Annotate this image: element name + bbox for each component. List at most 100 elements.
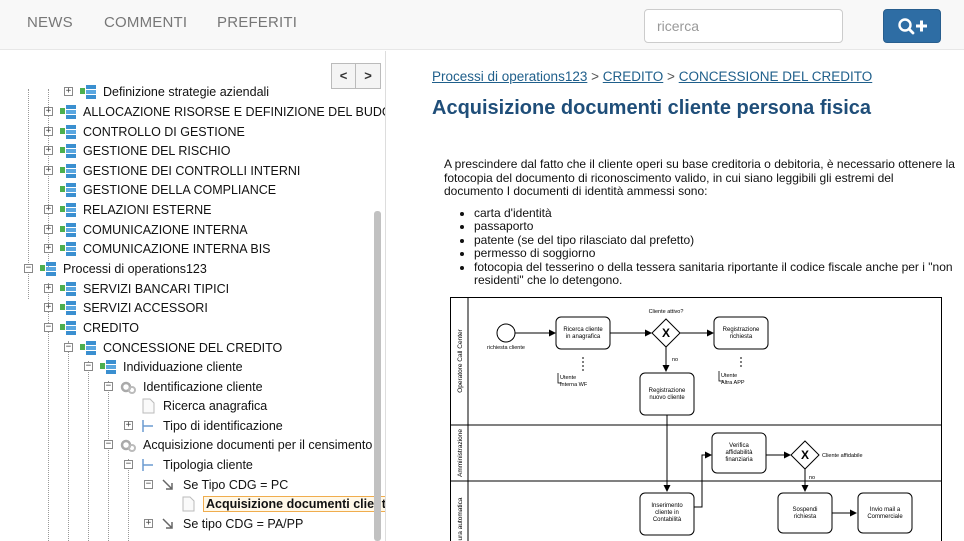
page-title: Acquisizione documenti cliente persona f… [432, 97, 871, 119]
tree-item[interactable]: − Identificazione cliente [104, 377, 263, 396]
task-label: Commerciale [867, 514, 903, 520]
tree-item[interactable]: + ALLOCAZIONE RISORSE E DEFINIZIONE DEL … [44, 102, 385, 121]
tree-item[interactable]: − Individuazione cliente [84, 357, 243, 376]
tree-guide-line [108, 381, 109, 541]
process-icon [60, 320, 76, 335]
document-icon [182, 496, 195, 511]
collapse-icon[interactable]: − [84, 362, 93, 371]
tree-item[interactable]: Ricerca anagrafica [124, 396, 267, 415]
expand-icon[interactable]: + [124, 421, 133, 430]
actor-label: Interna WF [560, 382, 588, 388]
process-icon [60, 143, 76, 158]
breadcrumb-link[interactable]: CONCESSIONE DEL CREDITO [679, 69, 873, 84]
gateway-label: Cliente attivo? [649, 309, 684, 315]
process-icon [80, 340, 96, 355]
flow-label: no [809, 475, 815, 481]
document-list: carta d'identità passaporto patente (se … [474, 206, 956, 288]
task-label: Inserimento [651, 503, 683, 509]
collapse-icon[interactable]: − [44, 323, 53, 332]
expand-icon[interactable]: + [44, 244, 53, 253]
tree-item[interactable]: − Se Tipo CDG = PC [144, 475, 288, 494]
tree-item[interactable]: − CONCESSIONE DEL CREDITO [64, 338, 282, 357]
arrow-down-right-icon [162, 478, 173, 490]
collapse-icon[interactable]: − [24, 264, 33, 273]
tree-item[interactable]: − CREDITO [44, 318, 139, 337]
task-label: Contabilità [653, 517, 682, 523]
tree-item[interactable]: − Acquisizione documenti per il censimen… [104, 435, 372, 454]
gateway-x-icon: X [801, 448, 809, 462]
tree-item[interactable]: + COMUNICAZIONE INTERNA BIS [44, 239, 271, 258]
start-event-label: richiesta cliente [487, 345, 525, 351]
expand-icon[interactable]: + [64, 87, 73, 96]
task-registrazione-nuovo-cliente [639, 372, 695, 416]
lane-label: Amministrazione [457, 429, 464, 477]
tree-item[interactable]: + Definizione strategie aziendali [64, 82, 269, 101]
tree-item[interactable]: + SERVIZI ACCESSORI [44, 298, 208, 317]
process-icon [60, 241, 76, 256]
flow-label: no [672, 357, 678, 363]
collapse-icon[interactable]: − [124, 460, 133, 469]
tree-item[interactable]: + RELAZIONI ESTERNE [44, 200, 212, 219]
task-label: cliente in [655, 510, 679, 516]
nav-comments[interactable]: COMMENTI [104, 14, 187, 31]
actor-label: Utente [721, 373, 737, 379]
task-sospendi-richiesta [777, 492, 833, 534]
tree-item[interactable]: − Processi di operations123 [24, 259, 207, 278]
tree-item-selected[interactable]: Acquisizione documenti clienti [164, 494, 385, 513]
lane-label: ura automatica [457, 497, 464, 540]
list-item: passaporto [474, 219, 956, 234]
lane-label: Operatore Call Center [457, 328, 464, 392]
expand-icon[interactable]: + [44, 146, 53, 155]
tree-item[interactable]: − Tipologia cliente [124, 455, 253, 474]
tree-item[interactable]: + SERVIZI BANCARI TIPICI [44, 279, 229, 298]
expand-icon[interactable]: + [44, 166, 53, 175]
search-input[interactable] [644, 9, 843, 43]
process-icon [60, 300, 76, 315]
task-label: Registrazione [723, 327, 760, 333]
collapse-icon[interactable]: − [144, 480, 153, 489]
expand-icon[interactable]: + [44, 107, 53, 116]
breadcrumb-link[interactable]: Processi di operations123 [432, 69, 587, 84]
tree-item[interactable]: + CONTROLLO DI GESTIONE [44, 122, 245, 141]
branch-icon [142, 419, 153, 432]
list-item: patente (se del tipo rilasciato dal pref… [474, 233, 956, 248]
gear-icon [120, 381, 136, 394]
gear-icon [120, 439, 136, 452]
expand-icon[interactable]: + [44, 127, 53, 136]
expand-icon[interactable]: + [44, 225, 53, 234]
tree-guide-line [68, 341, 69, 541]
tree-item[interactable]: + COMUNICAZIONE INTERNA [44, 220, 248, 239]
tree-pager: < > [331, 63, 381, 89]
expand-icon[interactable]: + [44, 303, 53, 312]
content-panel: Processi di operations123 > CREDITO > CO… [386, 51, 964, 541]
task-label: Verifica [729, 443, 749, 449]
search-plus-icon [898, 18, 927, 35]
nav-news[interactable]: NEWS [27, 14, 73, 31]
tree-item[interactable]: + Tipo di identificazione [124, 416, 283, 435]
process-icon [100, 359, 116, 374]
task-label: richiesta [794, 514, 817, 520]
expand-icon[interactable]: + [144, 519, 153, 528]
tree-item[interactable]: + Se tipo CDG = PA/PP [144, 514, 303, 533]
collapse-icon[interactable]: − [64, 343, 73, 352]
nav-favorites[interactable]: PREFERITI [217, 14, 297, 31]
tree-scrollbar[interactable] [374, 211, 381, 541]
arrow-down-right-icon [162, 517, 173, 529]
task-label: finanziaria [725, 457, 753, 463]
pager-next-button[interactable]: > [356, 63, 381, 89]
tree-item[interactable]: + GESTIONE DEL RISCHIO [44, 141, 230, 160]
task-ricerca-cliente [555, 316, 611, 350]
expand-icon[interactable]: + [44, 205, 53, 214]
tree-item[interactable]: GESTIONE DELLA COMPLIANCE [44, 180, 276, 199]
pager-prev-button[interactable]: < [331, 63, 356, 89]
collapse-icon[interactable]: − [104, 440, 113, 449]
task-label: Sospendi [792, 507, 817, 513]
search-add-button[interactable] [883, 9, 941, 43]
breadcrumb-link[interactable]: CREDITO [603, 69, 664, 84]
collapse-icon[interactable]: − [104, 382, 113, 391]
expand-icon[interactable]: + [44, 284, 53, 293]
list-item: carta d'identità [474, 206, 956, 221]
top-navbar: NEWS COMMENTI PREFERITI [0, 0, 964, 50]
tree-item[interactable]: + GESTIONE DEI CONTROLLI INTERNI [44, 161, 300, 180]
breadcrumb: Processi di operations123 > CREDITO > CO… [432, 69, 872, 84]
